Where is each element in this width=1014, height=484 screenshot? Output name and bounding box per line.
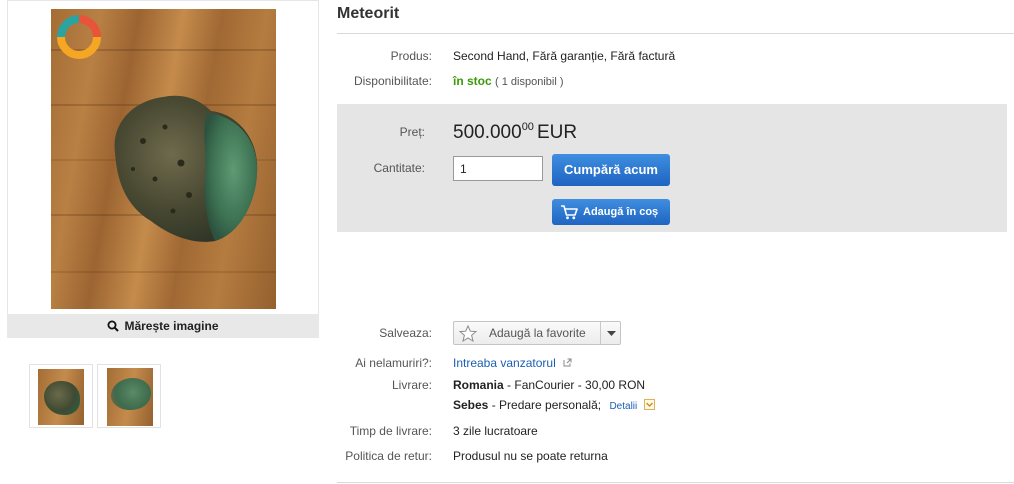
meteorite-rock bbox=[114, 95, 258, 242]
divider bbox=[337, 33, 1014, 34]
thumbnail-2[interactable] bbox=[97, 364, 161, 428]
divider bbox=[337, 482, 1014, 483]
add-to-cart-button[interactable]: Adaugă în coș bbox=[552, 199, 670, 225]
quantity-input[interactable] bbox=[453, 156, 543, 181]
product-title: Meteorit bbox=[337, 5, 400, 22]
zoom-label: Mărește imagine bbox=[124, 319, 219, 333]
main-photo-frame bbox=[7, 0, 319, 314]
add-to-cart-label: Adaugă în coș bbox=[583, 206, 659, 218]
stock-count: ( 1 disponibil ) bbox=[495, 76, 564, 88]
save-row: Salveaza: bbox=[337, 326, 1014, 342]
external-link-icon bbox=[563, 358, 572, 367]
delivery-time-label: Timp de livrare: bbox=[349, 424, 432, 438]
delivery-1-detail: - FanCourier - 30,00 RON bbox=[507, 378, 646, 392]
in-stock-status: în stoc bbox=[453, 74, 492, 88]
delivery-label: Livrare: bbox=[391, 378, 432, 392]
condition-row: Produs: Second Hand, Fără garanție, Fără… bbox=[337, 49, 1014, 65]
availability-row: Disponibilitate: în stoc ( 1 disponibil … bbox=[337, 74, 1014, 90]
price-integer: 500.000 bbox=[453, 122, 522, 143]
magnifier-icon bbox=[107, 320, 120, 332]
price-currency: EUR bbox=[536, 122, 578, 143]
return-policy-value: Produsul nu se poate returna bbox=[453, 449, 608, 463]
questions-row: Ai nelamuriri?: Intreaba vanzatorul bbox=[337, 356, 1014, 372]
delivery-2-place: Sebes bbox=[453, 398, 489, 412]
delivery-details-link[interactable]: Detalii bbox=[609, 401, 637, 412]
thumbnail-1[interactable] bbox=[29, 364, 93, 428]
availability-label: Disponibilitate: bbox=[353, 74, 432, 88]
chevron-down-icon[interactable] bbox=[607, 331, 616, 336]
cart-icon bbox=[561, 205, 578, 220]
return-policy-row: Politica de retur: Produsul nu se poate … bbox=[337, 449, 1014, 465]
condition-label: Produs: bbox=[390, 49, 432, 63]
zoom-image-button[interactable]: Mărește imagine bbox=[7, 314, 319, 338]
main-product-image[interactable] bbox=[51, 9, 276, 309]
star-icon bbox=[459, 325, 477, 342]
return-policy-label: Politica de retur: bbox=[345, 449, 432, 463]
delivery-time-row: Timp de livrare: 3 zile lucratoare bbox=[337, 424, 1014, 440]
quantity-label: Cantitate: bbox=[373, 161, 425, 175]
logo-ring bbox=[57, 15, 101, 59]
save-label: Salveaza: bbox=[379, 326, 432, 340]
delivery-time-value: 3 zile lucratoare bbox=[453, 424, 538, 438]
buy-box: Preț: 500.00000EUR Cantitate: Cumpără ac… bbox=[337, 104, 1007, 232]
ask-seller-link[interactable]: Intreaba vanzatorul bbox=[453, 356, 556, 370]
delivery-2-detail: - Predare personală; bbox=[491, 398, 602, 412]
condition-value: Second Hand, Fără garanție, Fără factură bbox=[453, 49, 676, 63]
delivery-row: Livrare: Romania - FanCourier - 30,00 RO… bbox=[337, 378, 1014, 394]
price-label: Preț: bbox=[399, 125, 425, 139]
delivery-row-2: Sebes - Predare personală; Detalii bbox=[337, 398, 1014, 414]
favorites-label: Adaugă la favorite bbox=[489, 326, 586, 340]
questions-label: Ai nelamuriri?: bbox=[355, 356, 432, 370]
delivery-1-place: Romania bbox=[453, 378, 504, 392]
add-to-favorites-button[interactable]: Adaugă la favorite bbox=[453, 321, 621, 345]
details-dropdown-icon[interactable] bbox=[643, 399, 655, 411]
buy-now-button[interactable]: Cumpără acum bbox=[552, 154, 670, 186]
price: 500.00000 EUR bbox=[453, 121, 578, 144]
price-decimals: 00 bbox=[521, 121, 534, 133]
